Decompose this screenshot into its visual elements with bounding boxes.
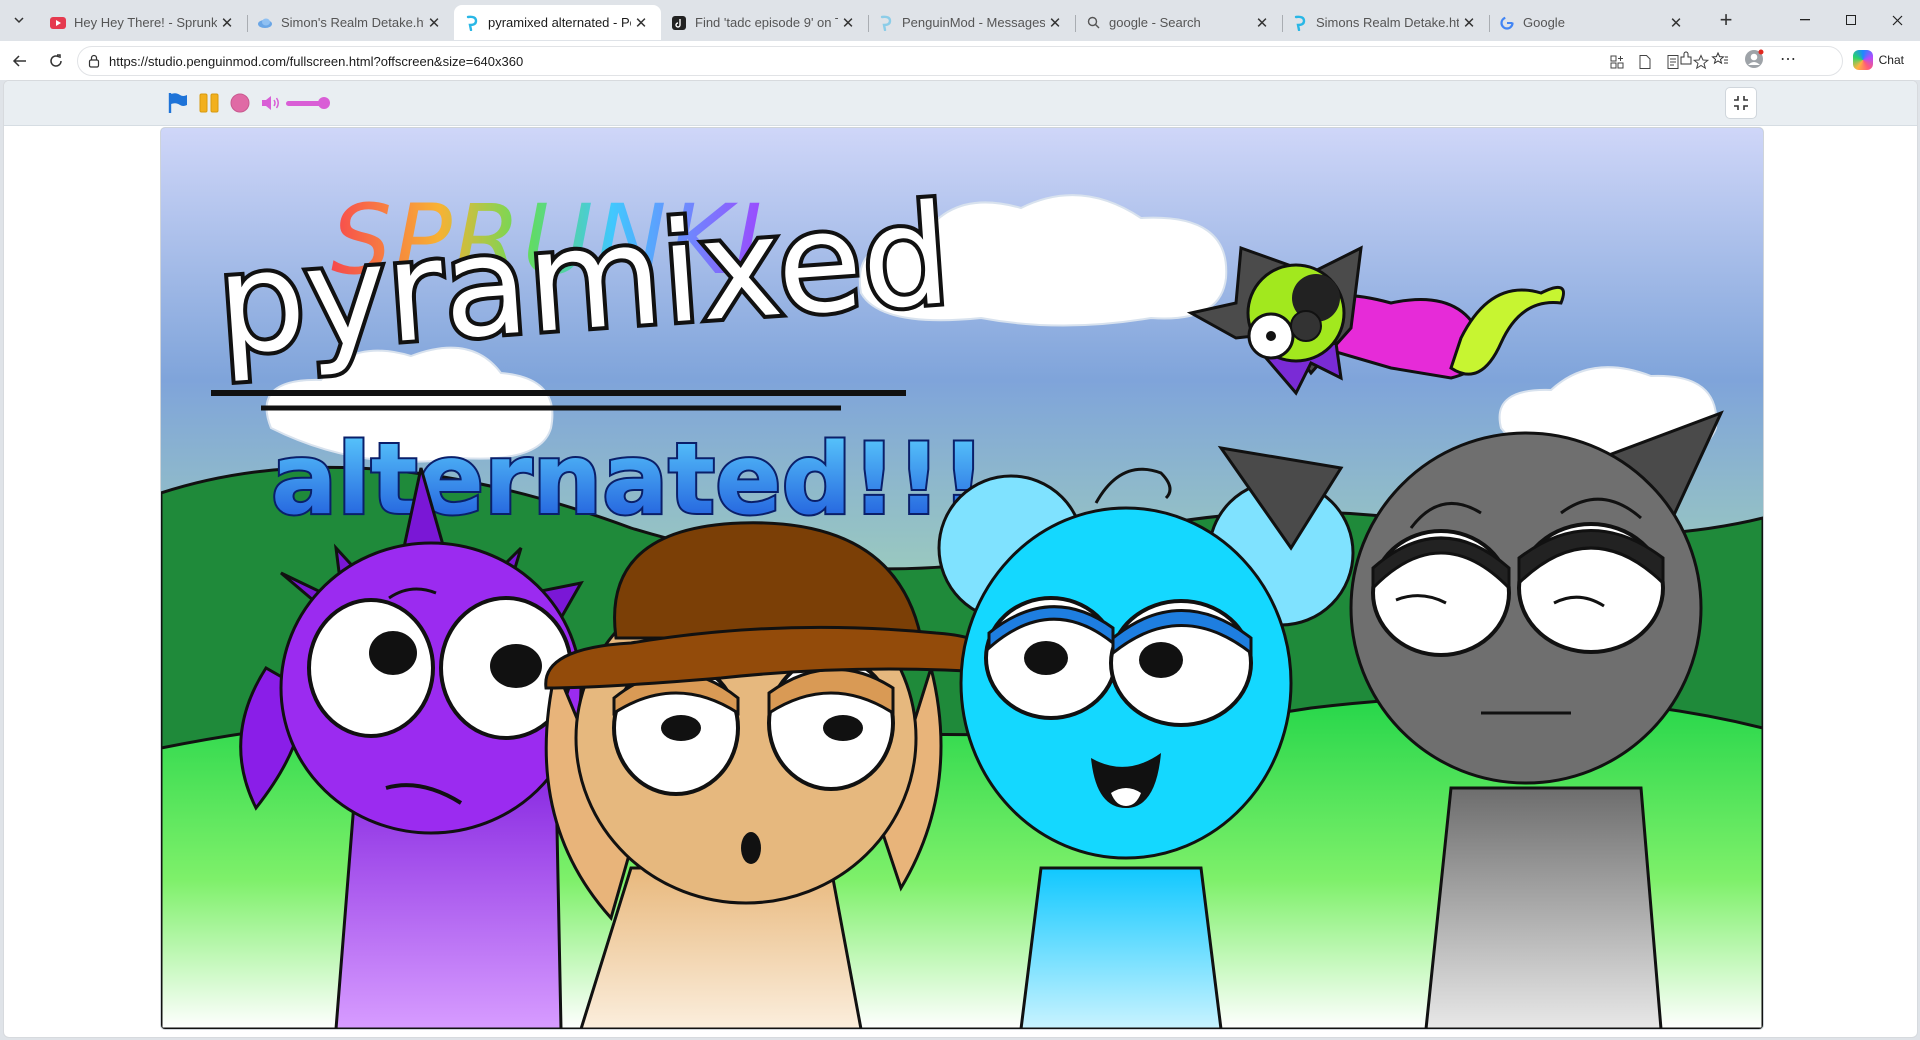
close-tab-icon[interactable]: ✕	[217, 14, 237, 32]
tab[interactable]: Simon's Realm Detake.html ✕	[247, 7, 454, 38]
favorites-icon[interactable]	[1706, 45, 1734, 73]
arrow-left-icon	[12, 55, 26, 67]
copilot-icon	[1852, 50, 1873, 70]
tab-title: Find 'tadc episode 9' on Tik	[695, 15, 838, 30]
close-tab-icon[interactable]: ✕	[1666, 14, 1686, 32]
tab-title: PenguinMod - Messages	[902, 15, 1045, 30]
tab[interactable]: google - Search ✕	[1075, 7, 1282, 38]
tab[interactable]: Simons Realm Detake.html - ✕	[1282, 7, 1489, 38]
minimize-button[interactable]	[1782, 0, 1828, 40]
volume-slider-handle[interactable]	[317, 97, 330, 109]
close-tab-icon[interactable]: ✕	[1045, 14, 1065, 32]
site-info-icon[interactable]	[87, 54, 101, 73]
browser-toolbar: https://studio.penguinmod.com/fullscreen…	[0, 41, 1920, 80]
tiktok-icon	[671, 15, 687, 31]
project-stage[interactable]: SPRUNKI pyramixed alternated!!!	[160, 127, 1764, 1030]
tab-title: Hey Hey There! - Sprunki: Si	[74, 15, 217, 30]
green-flag-button[interactable]	[167, 92, 189, 114]
mute-button[interactable]	[260, 92, 282, 114]
tab-title: Simons Realm Detake.html -	[1316, 15, 1459, 30]
address-bar[interactable]: https://studio.penguinmod.com/fullscreen…	[77, 46, 1843, 76]
tab-actions-menu-button[interactable]	[6, 8, 32, 32]
exit-fullscreen-button[interactable]	[1725, 87, 1757, 119]
google-icon	[1499, 15, 1515, 31]
tab-active[interactable]: pyramixed alternated - Peng ✕	[454, 5, 661, 40]
pause-icon	[199, 93, 219, 113]
tab[interactable]: Google ✕	[1489, 7, 1696, 38]
minimize-icon	[1800, 19, 1810, 21]
extensions-icon[interactable]	[1672, 45, 1700, 73]
close-tab-icon[interactable]: ✕	[1459, 14, 1479, 32]
profile-avatar[interactable]	[1740, 45, 1768, 73]
cloud-icon	[257, 15, 273, 31]
stage-canvas-art: SPRUNKI pyramixed alternated!!!	[161, 128, 1763, 1029]
url-text: https://studio.penguinmod.com/fullscreen…	[109, 54, 524, 69]
close-tab-icon[interactable]: ✕	[631, 14, 651, 32]
tab[interactable]: Find 'tadc episode 9' on Tik ✕	[661, 7, 868, 38]
page-viewport: SPRUNKI pyramixed alternated!!!	[3, 80, 1918, 1038]
pause-button[interactable]	[198, 92, 220, 114]
tab-title: Simon's Realm Detake.html	[281, 15, 424, 30]
player-controls	[4, 81, 1917, 126]
stage-title-alternated: alternated!!!	[271, 423, 986, 537]
stop-button[interactable]	[229, 92, 251, 114]
chat-label: Chat	[1878, 53, 1904, 67]
close-tab-icon[interactable]: ✕	[838, 14, 858, 32]
tab-strip: Hey Hey There! - Sprunki: Si ✕ Simon's R…	[0, 0, 1920, 41]
search-icon	[1085, 15, 1101, 31]
refresh-button[interactable]	[44, 49, 68, 73]
restore-button[interactable]	[1828, 0, 1874, 40]
new-tab-button[interactable]: +	[1712, 8, 1740, 34]
back-button[interactable]	[8, 49, 32, 73]
speaker-icon	[262, 96, 279, 110]
refresh-icon	[50, 54, 62, 67]
more-options-icon[interactable]: ⋯	[1774, 45, 1802, 73]
flag-icon	[168, 93, 187, 113]
restore-icon	[1846, 15, 1856, 25]
exit-fullscreen-icon	[1734, 96, 1748, 110]
tab-title: google - Search	[1109, 15, 1201, 30]
chevron-down-icon	[14, 17, 24, 24]
app-available-icon[interactable]	[1606, 51, 1628, 73]
close-window-button[interactable]	[1874, 0, 1920, 40]
penguinmod-icon	[1292, 15, 1308, 31]
tab-title: pyramixed alternated - Peng	[488, 15, 631, 30]
penguinmod-icon	[878, 15, 894, 31]
window-controls	[1782, 0, 1920, 40]
tab[interactable]: PenguinMod - Messages ✕	[868, 7, 1075, 38]
toolbar-right-icons: ⋯	[1672, 45, 1802, 73]
penguinmod-icon	[464, 15, 480, 31]
tab[interactable]: Hey Hey There! - Sprunki: Si ✕	[40, 7, 247, 38]
page-icon[interactable]	[1634, 51, 1656, 73]
copilot-chat-button[interactable]: Chat	[1847, 46, 1910, 74]
close-icon	[1892, 15, 1902, 25]
close-tab-icon[interactable]: ✕	[424, 14, 444, 32]
youtube-icon	[50, 15, 66, 31]
tab-title: Google	[1523, 15, 1565, 30]
tab-list: Hey Hey There! - Sprunki: Si ✕ Simon's R…	[40, 5, 1696, 40]
stop-icon	[230, 93, 250, 113]
close-tab-icon[interactable]: ✕	[1252, 14, 1272, 32]
